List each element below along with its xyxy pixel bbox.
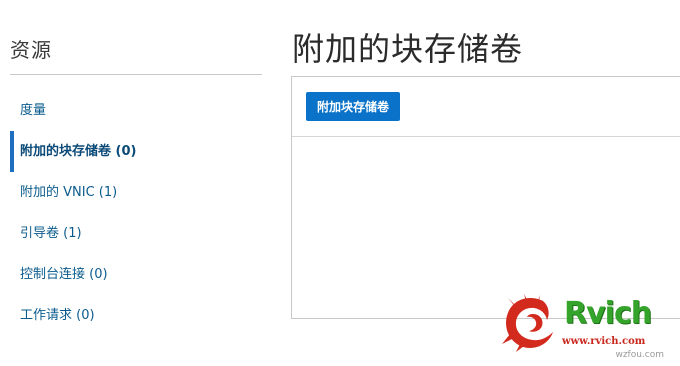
sidebar-item-console-connections[interactable]: 控制台连接 (0) [0, 254, 272, 295]
sidebar-item-work-requests[interactable]: 工作请求 (0) [0, 295, 272, 336]
sidebar-item-attached-block-volumes[interactable]: 附加的块存储卷 (0) [0, 131, 272, 172]
resources-heading: 资源 [10, 38, 52, 62]
resources-divider [10, 74, 262, 75]
page-title: 附加的块存储卷 [292, 30, 524, 68]
attach-block-volume-button[interactable]: 附加块存储卷 [306, 92, 401, 121]
sidebar-item-boot-volume[interactable]: 引导卷 (1) [0, 213, 272, 254]
sidebar-item-metrics[interactable]: 度量 [0, 90, 272, 131]
resources-nav: 度量 附加的块存储卷 (0) 附加的 VNIC (1) 引导卷 (1) 控制台连… [0, 90, 272, 336]
panel-toolbar: 附加块存储卷 [292, 77, 680, 137]
block-volumes-panel: 附加块存储卷 [291, 76, 680, 319]
watermark-brand: Rvich [564, 296, 652, 331]
resources-sidebar: 资源 度量 附加的块存储卷 (0) 附加的 VNIC (1) 引导卷 (1) 控… [0, 0, 272, 366]
watermark-site: www.rvich.com [562, 336, 646, 347]
dragon-logo-icon [502, 294, 553, 352]
watermark-corner-site: wzfou.com [615, 350, 664, 360]
sidebar-item-attached-vnics[interactable]: 附加的 VNIC (1) [0, 172, 272, 213]
watermark: Rvich www.rvich.com wzfou.com [500, 292, 678, 362]
